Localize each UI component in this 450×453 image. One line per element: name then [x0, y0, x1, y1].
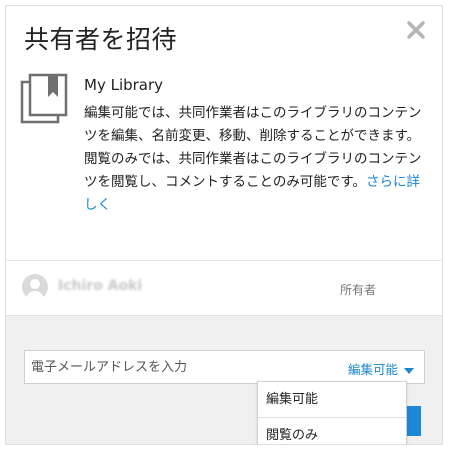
permission-dropdown[interactable]: 編集可能 — [348, 359, 414, 378]
owner-row: Ichiro Aoki 所有者 — [6, 261, 442, 315]
library-book-icon — [20, 72, 74, 126]
owner-role: 所有者 — [340, 283, 377, 297]
dialog-title: 共有者を招待 — [24, 25, 178, 54]
invite-dialog: 共有者を招待 My Library 編集可能では、共同作業者はこのライブラリのコ… — [5, 5, 443, 445]
permission-description: 編集可能では、共同作業者はこのライブラリのコンテンツを編集、名前変更、移動、削除… — [84, 102, 429, 217]
email-input[interactable] — [31, 351, 331, 383]
user-avatar-icon — [22, 274, 48, 300]
email-field-container: 編集可能 — [24, 350, 425, 384]
permission-option-edit[interactable]: 編集可能 — [258, 382, 406, 418]
view-permission-description: 閲覧のみでは、共同作業者はこのライブラリのコンテンツを閲覧し、コメントすることの… — [84, 148, 429, 217]
permission-option-view[interactable]: 閲覧のみ — [258, 418, 406, 444]
permission-dropdown-menu: 編集可能 閲覧のみ — [257, 381, 407, 444]
close-icon[interactable] — [404, 18, 428, 42]
permission-selected-label: 編集可能 — [347, 362, 398, 377]
library-name: My Library — [84, 76, 164, 94]
caret-down-icon — [404, 367, 414, 374]
edit-permission-description: 編集可能では、共同作業者はこのライブラリのコンテンツを編集、名前変更、移動、削除… — [84, 105, 422, 144]
owner-name: Ichiro Aoki — [58, 278, 143, 294]
